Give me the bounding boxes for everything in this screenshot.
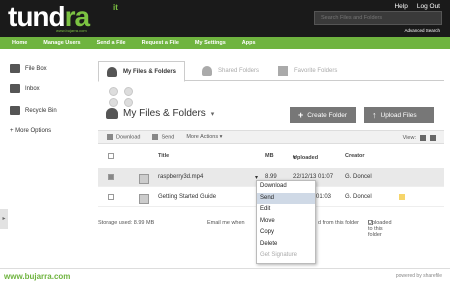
nav-home[interactable]: Home (12, 40, 27, 46)
col-uploaded-label: Uploaded (293, 155, 319, 161)
send-label: Send (161, 134, 175, 141)
user-icon (107, 66, 117, 77)
col-mb[interactable]: MB (265, 153, 274, 159)
tab-my-files[interactable]: My Files & Folders (98, 61, 186, 82)
sidebar-item-label: Recycle Bin (25, 107, 57, 114)
note-icon[interactable] (399, 194, 405, 200)
row-uploaded: 01:03 (316, 194, 332, 200)
create-folder-button[interactable]: + Create Folder (290, 107, 356, 123)
inbox-icon (10, 84, 20, 93)
select-all-checkbox[interactable] (108, 153, 114, 159)
powered-by[interactable]: powered by sharefile (396, 273, 442, 279)
sidebar-item-more-options[interactable]: + More Options (10, 128, 51, 134)
menu-item-edit[interactable]: Edit (257, 204, 315, 216)
logo-it: it (113, 3, 118, 12)
sidebar-item-label: Inbox (25, 85, 40, 92)
download-action[interactable]: Download (107, 133, 141, 141)
tab-favorite-folders[interactable]: Favorite Folders (270, 61, 345, 81)
nav-manage-users[interactable]: Manage Users (43, 40, 80, 46)
sidebar-item-recycle-bin[interactable]: Recycle Bin (10, 106, 57, 115)
back-button[interactable] (109, 98, 118, 107)
menu-item-delete[interactable]: Delete (257, 239, 315, 251)
watermark: www.bujarra.com (4, 272, 71, 281)
upload-files-button[interactable]: ↑ Upload Files (364, 107, 434, 123)
list-view-icon[interactable] (420, 135, 426, 141)
menu-item-move[interactable]: Move (257, 216, 315, 228)
recycle-bin-icon (10, 106, 20, 115)
nav-request-file[interactable]: Request a File (142, 40, 179, 46)
send-icon (152, 133, 159, 140)
main-nav: Home Manage Users Send a File Request a … (0, 37, 450, 49)
sidebar-item-label: File Box (25, 65, 47, 72)
user-folder-icon (106, 108, 118, 119)
create-folder-label: Create Folder (307, 111, 348, 119)
tab-label: Shared Folders (218, 68, 260, 74)
nav-up-button[interactable] (109, 87, 118, 96)
tab-shared-folders[interactable]: Shared Folders (194, 61, 267, 81)
downloaded-from-folder: d from this folder (318, 220, 359, 226)
row-creator: G. Doncel (345, 174, 372, 180)
upload-icon: ↑ (372, 110, 377, 120)
page-footer: www.bujarra.com powered by sharefile (0, 268, 450, 284)
top-links: Help Log Out (394, 3, 440, 10)
row-title[interactable]: Getting Started Guide (158, 194, 216, 200)
download-label: Download (116, 134, 141, 141)
video-file-icon (139, 174, 149, 184)
sidebar-item-file-box[interactable]: File Box (10, 64, 47, 73)
col-title[interactable]: Title (158, 153, 169, 159)
shared-users-icon (202, 66, 212, 76)
plus-icon: + (298, 110, 304, 120)
folder-tabs: My Files & Folders Shared Folders Favori… (98, 57, 444, 82)
chevron-down-icon[interactable]: ▾ (211, 110, 215, 118)
table-header: Title MB Uploaded ▾ Creator (98, 151, 444, 161)
upload-files-label: Upload Files (380, 111, 417, 119)
menu-item-get-signature: Get Signature (260, 252, 298, 258)
menu-item-copy[interactable]: Copy (257, 227, 315, 239)
file-box-icon (10, 64, 20, 73)
tab-label: Favorite Folders (294, 68, 338, 74)
sidebar-toggle-handle[interactable]: ▸ (0, 209, 8, 229)
sort-desc-icon: ▾ (293, 155, 296, 161)
sidebar-item-label: + More Options (10, 128, 52, 134)
top-header: tundra it www.bujarra.com Help Log Out A… (0, 0, 450, 37)
folder-title[interactable]: My Files & Folders ▾ (106, 108, 214, 119)
more-actions-label: More Actions (186, 134, 219, 140)
row-checkbox[interactable] (108, 174, 114, 180)
tab-label: My Files & Folders (123, 68, 177, 75)
view-label: View: (402, 135, 416, 141)
advanced-search-link[interactable]: Advanced Search (404, 28, 440, 33)
nav-send-file[interactable]: Send a File (97, 40, 126, 46)
grid-view-icon[interactable] (430, 135, 436, 141)
menu-item-send[interactable]: Send (257, 192, 315, 204)
row-creator: G. Doncel (345, 194, 372, 200)
help-link[interactable]: Help (394, 3, 407, 10)
sidebar-item-inbox[interactable]: Inbox (10, 84, 40, 93)
col-creator[interactable]: Creator (345, 153, 365, 159)
nav-up-alt-button[interactable] (124, 87, 133, 96)
nav-my-settings[interactable]: My Settings (195, 40, 226, 46)
star-icon (278, 66, 288, 76)
row-checkbox[interactable] (108, 194, 114, 200)
logo[interactable]: tundra (8, 3, 90, 31)
view-switcher: View: (403, 135, 436, 141)
search-input[interactable] (314, 11, 442, 25)
row-context-menu: Download Send Edit Move Copy Delete Get … (256, 180, 316, 264)
row-title[interactable]: raspberry3d.mp4 (158, 174, 203, 180)
file-toolbar: Download Send More Actions ▾ (98, 130, 444, 144)
sidebar: File Box Inbox Recycle Bin + More Option… (0, 49, 93, 284)
uploaded-to-label: Uploaded to this folder (368, 220, 392, 238)
nav-apps[interactable]: Apps (242, 40, 256, 46)
download-icon (107, 133, 113, 140)
document-file-icon (139, 194, 149, 204)
send-action[interactable]: Send (152, 133, 175, 141)
logo-sub: www.bujarra.com (56, 28, 87, 33)
folder-title-label: My Files & Folders (123, 108, 206, 119)
forward-button[interactable] (124, 98, 133, 107)
more-actions-dropdown[interactable]: More Actions ▾ (186, 134, 222, 140)
menu-item-download[interactable]: Download (257, 181, 315, 193)
chevron-down-icon: ▾ (219, 134, 223, 140)
logout-link[interactable]: Log Out (417, 3, 440, 10)
email-me-when: Email me when (207, 220, 245, 226)
storage-used: Storage used: 8.99 MB (98, 220, 155, 226)
